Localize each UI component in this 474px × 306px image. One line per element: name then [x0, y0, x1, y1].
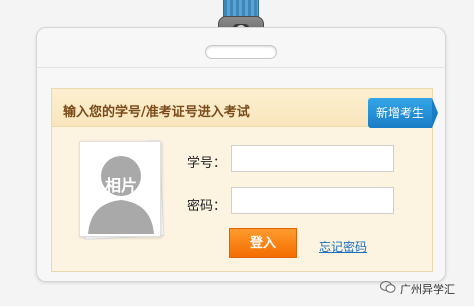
wechat-icon	[380, 281, 396, 293]
photo-label: 相片	[104, 176, 137, 195]
badge-slot	[205, 45, 277, 59]
watermark-text: 广州异学汇	[400, 283, 455, 296]
password-input[interactable]	[231, 187, 394, 214]
new-student-button[interactable]: 新增考生	[368, 98, 438, 128]
forgot-password-link[interactable]: 忘记密码	[319, 238, 367, 255]
student-id-label: 学号：	[187, 156, 227, 171]
login-button[interactable]: 登入	[229, 228, 297, 258]
photo-placeholder: 相片	[79, 141, 161, 237]
card-divider	[36, 67, 446, 68]
student-id-input[interactable]	[231, 145, 394, 172]
panel-title: 输入您的学号/准考证号进入考试	[63, 105, 250, 120]
password-label: 密码：	[187, 199, 227, 214]
